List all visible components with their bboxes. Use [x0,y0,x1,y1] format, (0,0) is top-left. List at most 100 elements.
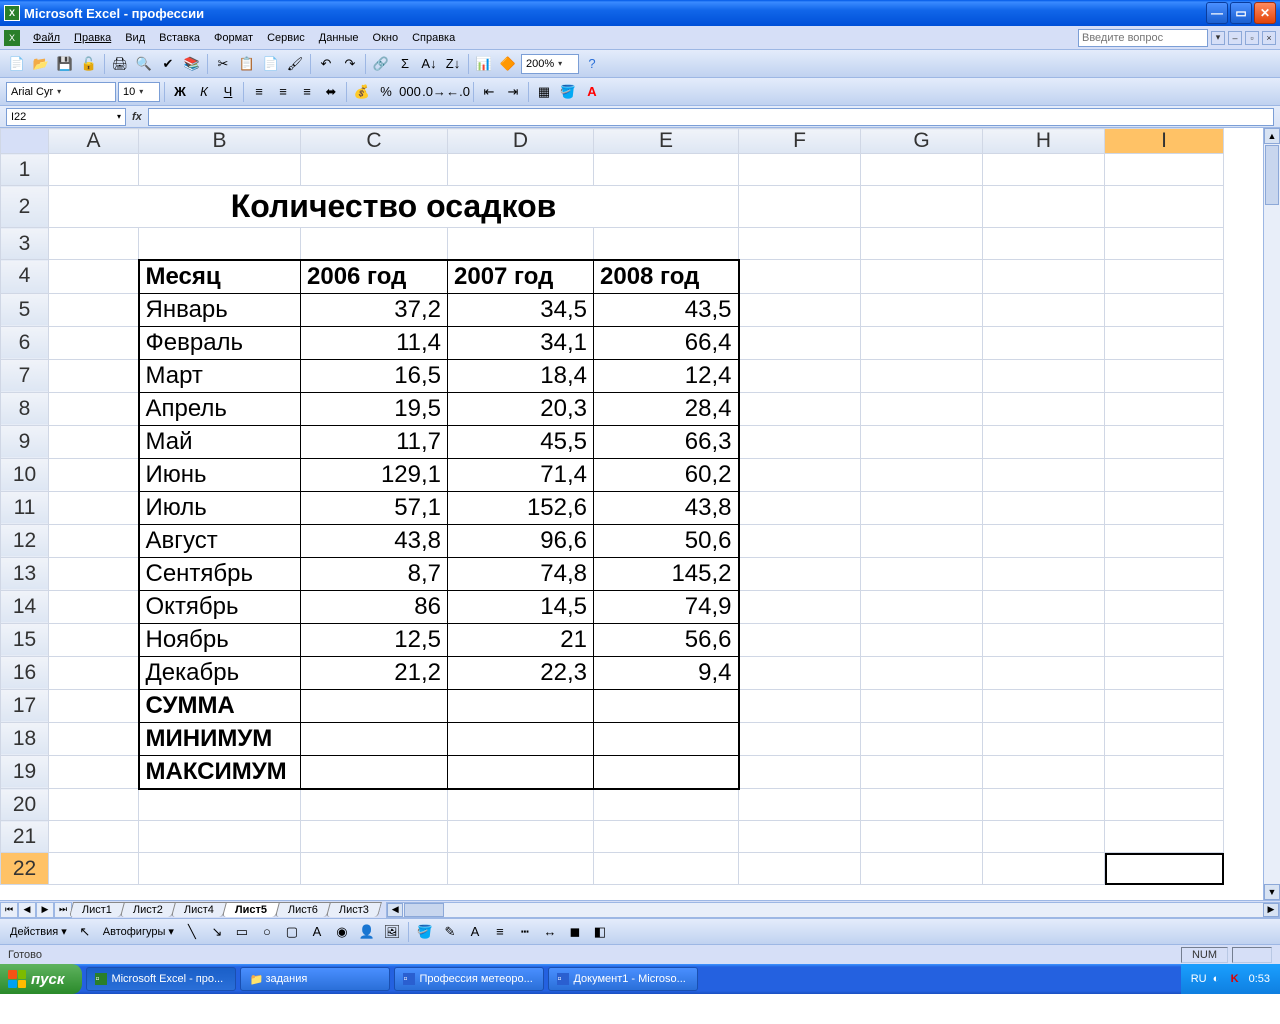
cell[interactable] [1105,821,1224,853]
cell[interactable] [861,491,983,524]
cell[interactable] [983,359,1105,392]
cell[interactable]: МАКСИМУМ [139,755,301,789]
chart-icon[interactable]: 📊 [473,53,495,75]
col-header-C[interactable]: C [301,129,448,154]
open-icon[interactable]: 📂 [30,53,52,75]
cell[interactable] [139,228,301,260]
cell[interactable] [739,458,861,491]
menu-format[interactable]: Формат [207,30,260,46]
cell[interactable] [49,154,139,186]
cell[interactable]: 129,1 [301,458,448,491]
cell[interactable] [739,186,861,228]
3d-icon[interactable]: ◧ [589,921,611,943]
col-header-H[interactable]: H [983,129,1105,154]
cell[interactable] [983,293,1105,326]
cell[interactable] [49,755,139,789]
doc-close-button[interactable]: × [1262,31,1276,45]
cell[interactable]: 16,5 [301,359,448,392]
cell[interactable] [739,590,861,623]
cell[interactable]: 11,7 [301,425,448,458]
permission-icon[interactable]: 🔓 [78,53,100,75]
cell[interactable]: 145,2 [594,557,739,590]
cell[interactable] [983,491,1105,524]
clock[interactable]: 0:53 [1249,973,1270,985]
cell[interactable] [594,228,739,260]
currency-icon[interactable]: 💰 [351,81,373,103]
cell[interactable] [1105,722,1224,755]
cell[interactable] [739,789,861,821]
actions-menu[interactable]: Действия ▾ [6,925,71,938]
cell[interactable] [861,154,983,186]
redo-icon[interactable]: ↷ [339,53,361,75]
cell[interactable]: Ноябрь [139,623,301,656]
row-header-6[interactable]: 6 [1,326,49,359]
cell[interactable] [861,656,983,689]
preview-icon[interactable]: 🔍 [133,53,155,75]
cell[interactable] [301,689,448,722]
cell[interactable] [739,821,861,853]
row-header-3[interactable]: 3 [1,228,49,260]
cell[interactable]: 14,5 [448,590,594,623]
menu-help[interactable]: Справка [405,30,462,46]
dash-style-icon[interactable]: ┅ [514,921,536,943]
decrease-indent-icon[interactable]: ⇤ [478,81,500,103]
cell[interactable]: 43,8 [301,524,448,557]
decrease-decimal-icon[interactable]: ←.0 [447,81,469,103]
cell[interactable]: Сентябрь [139,557,301,590]
arrow-style-icon[interactable]: ↔ [539,921,561,943]
scroll-right-icon[interactable]: ▶ [1263,903,1279,917]
cell[interactable]: 43,8 [594,491,739,524]
col-header-G[interactable]: G [861,129,983,154]
cell[interactable] [301,722,448,755]
font-combo[interactable]: Arial Cyr▾ [6,82,116,102]
cell[interactable] [861,228,983,260]
cell[interactable]: 2008 год [594,260,739,294]
percent-icon[interactable]: % [375,81,397,103]
hscroll-thumb[interactable] [404,903,444,917]
menu-view[interactable]: Вид [118,30,152,46]
cell[interactable] [983,260,1105,294]
cell[interactable] [1105,557,1224,590]
select-all-corner[interactable] [1,129,49,154]
fill-color-draw-icon[interactable]: 🪣 [414,921,436,943]
cell[interactable] [594,755,739,789]
cell[interactable] [983,228,1105,260]
cell[interactable] [1105,853,1224,885]
cell[interactable] [301,853,448,885]
cell[interactable]: Март [139,359,301,392]
cell[interactable] [983,755,1105,789]
scroll-down-icon[interactable]: ▼ [1264,884,1280,900]
scroll-left-icon[interactable]: ◀ [387,903,403,917]
rectangle-icon[interactable]: ▭ [231,921,253,943]
document-icon[interactable]: X [4,30,20,46]
borders-icon[interactable]: ▦ [533,81,555,103]
bold-icon[interactable]: Ж [169,81,191,103]
taskbar-button[interactable]: 📁задания [240,967,390,991]
cell[interactable] [594,821,739,853]
print-icon[interactable]: 🖨 [109,53,131,75]
cell[interactable]: 9,4 [594,656,739,689]
cell[interactable] [301,228,448,260]
help-icon[interactable]: ? [581,53,603,75]
textbox-icon[interactable]: ▢ [281,921,303,943]
taskbar-button[interactable]: ▫Профессия метеоро... [394,967,544,991]
cell[interactable] [983,623,1105,656]
cell[interactable] [49,557,139,590]
oval-icon[interactable]: ○ [256,921,278,943]
row-header-21[interactable]: 21 [1,821,49,853]
row-header-20[interactable]: 20 [1,789,49,821]
row-header-12[interactable]: 12 [1,524,49,557]
cell[interactable] [594,722,739,755]
cell[interactable] [49,392,139,425]
cell[interactable] [861,821,983,853]
cell[interactable] [739,656,861,689]
cell[interactable] [739,260,861,294]
cell[interactable] [861,293,983,326]
cell[interactable] [739,722,861,755]
paste-icon[interactable]: 📄 [260,53,282,75]
wordart-icon[interactable]: A [306,921,328,943]
row-header-1[interactable]: 1 [1,154,49,186]
cell[interactable]: 60,2 [594,458,739,491]
cell[interactable] [1105,186,1224,228]
cell[interactable] [49,293,139,326]
